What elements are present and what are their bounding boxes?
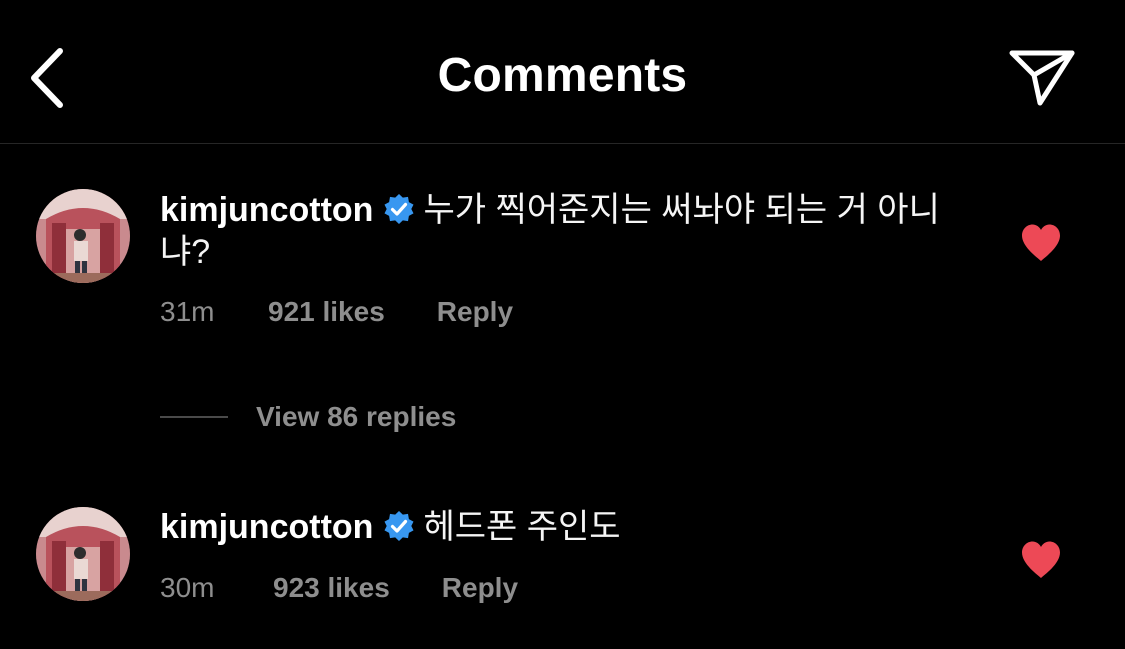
heart-icon [1022, 224, 1060, 261]
page-title: Comments [437, 49, 688, 102]
heart-icon [1022, 541, 1060, 578]
comment-content: kimjuncotton 헤드폰 주인도 [160, 506, 960, 548]
profile-photo-icon [36, 507, 130, 601]
avatar[interactable] [36, 189, 130, 283]
share-button[interactable] [1000, 40, 1084, 114]
comment-username[interactable]: kimjuncotton [160, 191, 373, 229]
comment-likes-count[interactable]: 921 likes [268, 296, 385, 328]
verified-badge-icon [383, 510, 415, 542]
view-replies-label: View 86 replies [256, 401, 457, 432]
avatar[interactable] [36, 507, 130, 601]
reply-button[interactable]: Reply [437, 296, 513, 328]
comment-timestamp: 31m [160, 296, 215, 327]
paper-plane-icon [1009, 50, 1075, 106]
comment-meta: 31m 921 likes Reply [160, 296, 513, 328]
comment-content: kimjuncotton 누가 찍어준지는 써놔야 되는 거 아니냐? [160, 189, 960, 273]
comment-timestamp: 30m [160, 572, 215, 603]
replies-divider-line [160, 416, 228, 418]
comments-header: Comments [0, 0, 1125, 144]
view-replies-button[interactable]: View 86 replies [160, 400, 456, 434]
like-button[interactable] [1020, 540, 1062, 580]
comment-meta: 30m 923 likes Reply [160, 572, 518, 604]
profile-photo-icon [36, 189, 130, 283]
comment-text: 헤드폰 주인도 [423, 508, 621, 546]
like-button[interactable] [1020, 223, 1062, 263]
comment-username[interactable]: kimjuncotton [160, 508, 373, 546]
comment-likes-count[interactable]: 923 likes [273, 572, 390, 604]
verified-badge-icon [383, 193, 415, 225]
reply-button[interactable]: Reply [442, 572, 518, 604]
